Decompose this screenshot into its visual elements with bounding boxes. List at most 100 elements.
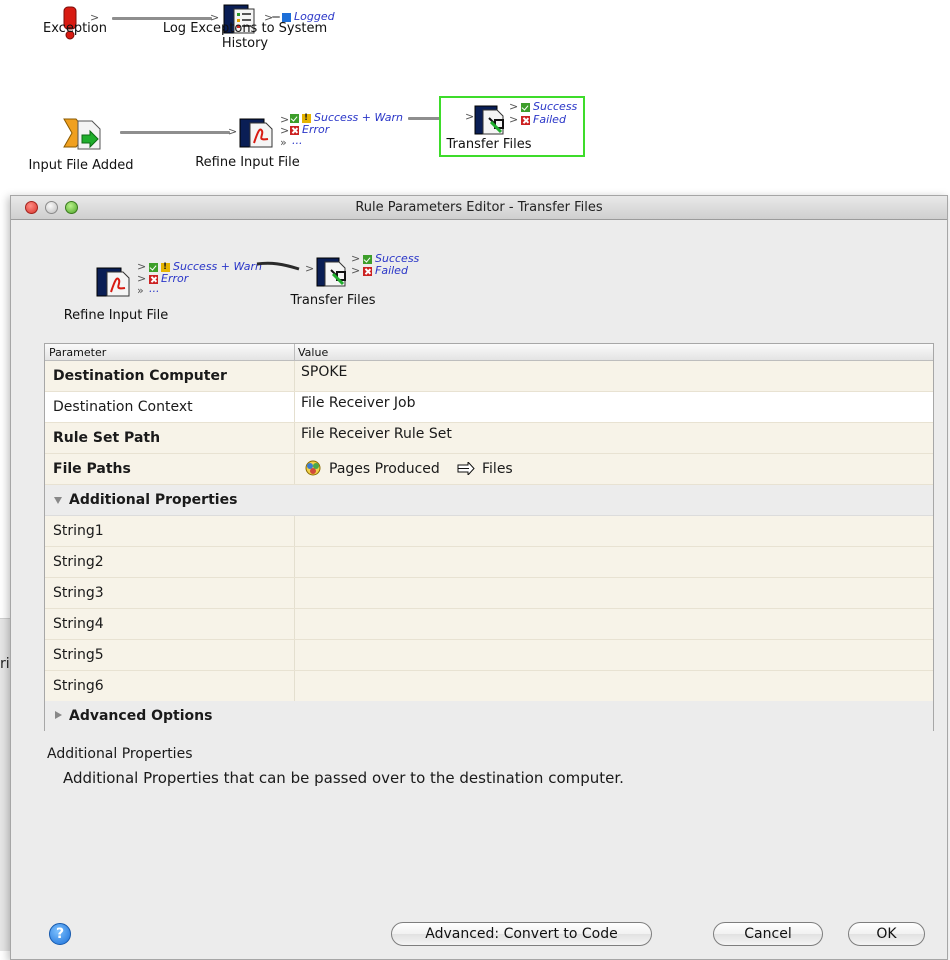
column-divider [294, 578, 295, 608]
column-divider [294, 609, 295, 639]
column-divider [294, 640, 295, 670]
column-header-value[interactable]: Value [298, 346, 328, 359]
dialog-title: Rule Parameters Editor - Transfer Files [355, 200, 603, 215]
pdf-refine-icon[interactable] [238, 117, 278, 151]
section-label: Additional Properties [69, 492, 238, 508]
status-failed-text: Failed [533, 113, 566, 126]
rule-parameters-editor-dialog: Rule Parameters Editor - Transfer Files … [10, 195, 948, 960]
param-name: String3 [53, 585, 104, 601]
transfer-files-label: Transfer Files [446, 137, 532, 152]
param-value[interactable]: SPOKE [301, 364, 347, 380]
transfer-files-node-selected[interactable]: > > Success > Failed Transfer Files [439, 96, 585, 157]
success-check-icon [290, 113, 299, 123]
param-name: Rule Set Path [53, 430, 161, 446]
connector-line [120, 131, 230, 134]
file-paths-target[interactable]: Files [482, 461, 513, 477]
maps-to-arrow-icon [457, 462, 475, 475]
cancel-button[interactable]: Cancel [713, 922, 823, 946]
section-additional-properties[interactable]: Additional Properties [45, 485, 933, 516]
warning-icon [161, 261, 170, 273]
table-row[interactable]: File Paths Pages Produced Files [45, 454, 933, 485]
success-check-icon [149, 262, 158, 272]
output-arrow: > [509, 113, 519, 126]
table-header: Parameter Value [45, 344, 933, 361]
param-name: String6 [53, 678, 104, 694]
param-name: Destination Context [53, 399, 193, 415]
convert-to-code-button[interactable]: Advanced: Convert to Code [391, 922, 652, 946]
status-failed[interactable]: Failed [521, 114, 566, 126]
param-name: File Paths [53, 461, 131, 477]
status-success-text: Success [533, 100, 578, 113]
section-advanced-options[interactable]: Advanced Options [45, 701, 933, 731]
more-arrow: » [137, 284, 144, 297]
input-arrow: > [305, 262, 315, 275]
mini-status-error-text: Error [161, 272, 189, 285]
mini-flow: > Success + Warn > Error » ... > > Succe… [11, 220, 947, 340]
column-divider [294, 516, 295, 546]
param-value[interactable]: File Receiver Job [301, 395, 415, 411]
table-row[interactable]: Destination Computer SPOKE [45, 361, 933, 392]
mini-status-failed-text: Failed [375, 264, 408, 277]
section-label: Advanced Options [69, 708, 213, 724]
pdf-refine-icon[interactable] [95, 266, 135, 300]
output-arrow: > [509, 100, 519, 113]
error-x-icon [521, 115, 530, 125]
status-more[interactable]: ... [292, 135, 303, 147]
table-row[interactable]: String5 [45, 640, 933, 671]
column-divider [294, 671, 295, 701]
status-success[interactable]: Success [521, 101, 577, 113]
success-check-icon [363, 254, 372, 264]
pages-produced-icon [305, 460, 321, 476]
output-arrow: > [351, 264, 361, 277]
column-divider [294, 361, 295, 391]
column-divider [294, 454, 295, 484]
success-check-icon [521, 102, 530, 112]
transfer-files-icon [474, 105, 504, 135]
status-tick [272, 16, 280, 18]
connector-curve [256, 261, 300, 271]
param-value[interactable]: File Receiver Rule Set [301, 426, 452, 442]
table-row[interactable]: String6 [45, 671, 933, 702]
status-error-text: Error [302, 123, 330, 136]
input-file-added-label: Input File Added [28, 158, 134, 173]
disclosure-collapsed-icon[interactable] [55, 711, 62, 719]
exception-label: Exception [43, 21, 107, 36]
table-row[interactable]: Destination Context File Receiver Job [45, 392, 933, 423]
disclosure-expanded-icon[interactable] [54, 497, 62, 504]
transfer-files-icon[interactable] [315, 256, 351, 290]
column-divider [294, 547, 295, 577]
table-row[interactable]: String4 [45, 609, 933, 640]
param-name: String4 [53, 616, 104, 632]
table-row[interactable]: Rule Set Path File Receiver Rule Set [45, 423, 933, 454]
refine-input-file-label: Refine Input File [195, 155, 300, 170]
help-button[interactable]: ? [49, 923, 71, 945]
description-title: Additional Properties [47, 746, 193, 762]
mini-refine-input-file-label: Refine Input File [63, 308, 169, 323]
param-name: String2 [53, 554, 104, 570]
dialog-titlebar[interactable]: Rule Parameters Editor - Transfer Files [11, 196, 947, 220]
table-row[interactable]: String1 [45, 516, 933, 547]
connector-line [112, 17, 212, 20]
mini-transfer-files-label: Transfer Files [290, 293, 376, 308]
param-name: String1 [53, 523, 104, 539]
param-name: Destination Computer [53, 368, 227, 384]
column-header-parameter[interactable]: Parameter [49, 346, 106, 359]
description-body: Additional Properties that can be passed… [63, 769, 624, 787]
file-paths-source[interactable]: Pages Produced [329, 461, 440, 477]
table-row[interactable]: String3 [45, 578, 933, 609]
param-name: String5 [53, 647, 104, 663]
mini-status-failed[interactable]: Failed [363, 265, 408, 277]
input-arrow: > [228, 125, 238, 138]
parameters-table: Parameter Value Destination Computer SPO… [44, 343, 934, 731]
file-added-icon[interactable] [58, 115, 106, 153]
mini-status-more[interactable]: ... [149, 283, 160, 295]
warning-icon [302, 112, 311, 124]
more-arrow: » [280, 136, 287, 149]
header-divider [294, 344, 295, 361]
log-action-label-line1: Log Exceptons to System [162, 21, 328, 36]
error-x-icon [363, 266, 372, 276]
column-divider [294, 423, 295, 453]
ok-button[interactable]: OK [848, 922, 925, 946]
log-action-label-line2: History [221, 36, 269, 51]
table-row[interactable]: String2 [45, 547, 933, 578]
